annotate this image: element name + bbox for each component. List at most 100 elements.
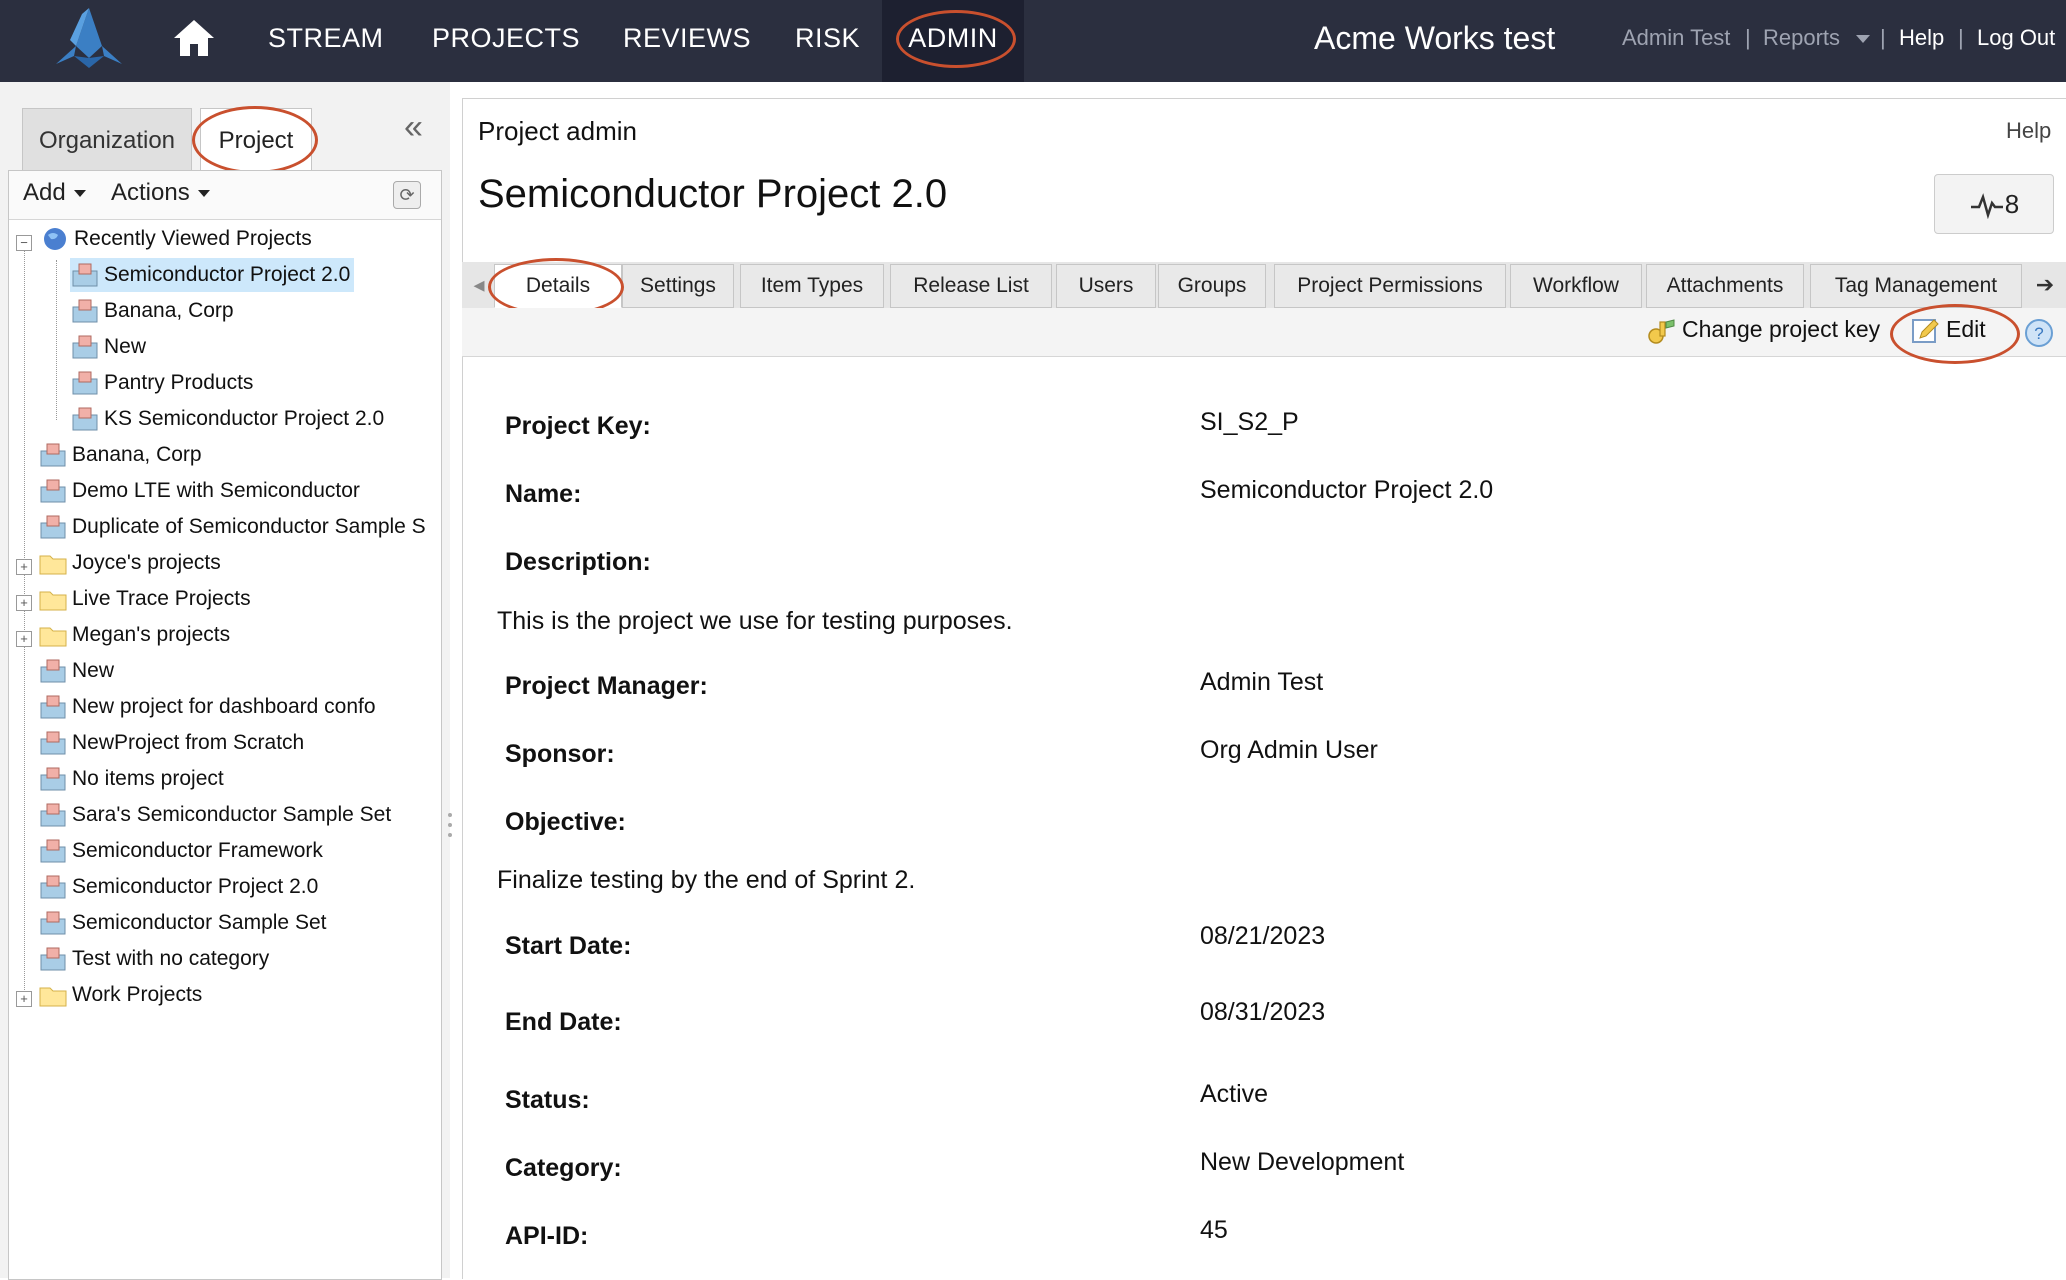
tree-item-project[interactable]: No items project <box>38 762 224 796</box>
tab-attachments[interactable]: Attachments <box>1646 264 1804 308</box>
tree-item-project[interactable]: Banana, Corp <box>38 438 202 472</box>
tree-item-label: Work Projects <box>72 983 203 1006</box>
tab-project-permissions[interactable]: Project Permissions <box>1274 264 1506 308</box>
tree-item-project[interactable]: Duplicate of Semiconductor Sample S <box>38 510 438 544</box>
tree-item-label: KS Semiconductor Project 2.0 <box>104 407 385 430</box>
expand-node-icon[interactable]: + <box>16 631 32 647</box>
separator: | <box>1958 25 1964 50</box>
tree-item-folder[interactable]: Work Projects <box>38 978 202 1012</box>
tree-item-label: New project for dashboard confo <box>72 695 376 718</box>
tree-item-label: Semiconductor Framework <box>72 839 323 862</box>
project-icon <box>40 695 66 719</box>
tree-item-project[interactable]: New <box>38 654 114 688</box>
tree-item-project[interactable]: Demo LTE with Semiconductor <box>38 474 360 508</box>
change-project-key-button[interactable]: Change project key <box>1646 316 1880 346</box>
project-icon <box>40 479 66 503</box>
tree-item-label: Megan's projects <box>72 623 231 646</box>
expand-node-icon[interactable]: + <box>16 595 32 611</box>
key-icon <box>1648 319 1675 344</box>
tree-item-project[interactable]: Semiconductor Framework <box>38 834 323 868</box>
tree-item-label: Semiconductor Project 2.0 <box>72 875 319 898</box>
category-value: New Development <box>1200 1148 1405 1176</box>
logout-link[interactable]: Log Out <box>1977 0 2055 76</box>
tree-item-label: Live Trace Projects <box>72 587 251 610</box>
tree-item-folder[interactable]: Megan's projects <box>38 618 230 652</box>
tree-item-recently-viewed[interactable]: Recently Viewed Projects <box>40 222 312 256</box>
scroll-right-icon[interactable]: ➔ <box>2030 264 2060 306</box>
project-icon <box>72 335 98 359</box>
tab-item-types[interactable]: Item Types <box>740 264 884 308</box>
section-label: Project admin <box>478 116 637 146</box>
objective-value: Finalize testing by the end of Sprint 2. <box>497 866 916 894</box>
add-dropdown[interactable]: Add <box>23 179 86 207</box>
panel-splitter-handle[interactable] <box>447 812 453 838</box>
tree-item-label: Recently Viewed Projects <box>74 227 312 250</box>
tab-release-list[interactable]: Release List <box>890 264 1052 308</box>
nav-risk[interactable]: RISK <box>795 0 860 82</box>
tab-workflow[interactable]: Workflow <box>1510 264 1642 308</box>
project-icon <box>40 875 66 899</box>
tree-toolbar: Add Actions ⟳ <box>9 171 441 220</box>
add-label: Add <box>23 179 66 206</box>
help-link[interactable]: Help <box>2006 118 2051 144</box>
tab-groups[interactable]: Groups <box>1158 264 1266 308</box>
tree-item-project[interactable]: NewProject from Scratch <box>38 726 304 760</box>
change-project-key-label: Change project key <box>1682 316 1881 343</box>
tab-users[interactable]: Users <box>1056 264 1156 308</box>
tab-settings[interactable]: Settings <box>622 264 734 308</box>
status-value: Active <box>1200 1080 1269 1108</box>
tree-item-project[interactable]: Pantry Products <box>70 366 253 400</box>
nav-stream[interactable]: STREAM <box>268 0 384 82</box>
caret-down-icon <box>73 190 86 198</box>
description-value: This is the project we use for testing p… <box>497 607 1013 635</box>
name-value: Semiconductor Project 2.0 <box>1200 476 1494 504</box>
nav-admin[interactable]: ADMIN <box>882 0 1024 82</box>
tree-item-project[interactable]: New project for dashboard confo <box>38 690 376 724</box>
tree-item-project[interactable]: Semiconductor Project 2.0 <box>38 870 318 904</box>
tab-organization[interactable]: Organization <box>22 108 192 171</box>
edit-icon <box>1912 319 1939 343</box>
actions-dropdown[interactable]: Actions <box>111 179 210 207</box>
home-icon[interactable] <box>172 16 216 60</box>
project-icon <box>40 911 66 935</box>
tree-item-folder[interactable]: Joyce's projects <box>38 546 221 580</box>
nav-reviews[interactable]: REVIEWS <box>623 0 751 82</box>
tree-item-label: Semiconductor Sample Set <box>72 911 327 934</box>
tree-item-project[interactable]: KS Semiconductor Project 2.0 <box>70 402 384 436</box>
expand-node-icon[interactable]: + <box>16 559 32 575</box>
help-icon[interactable]: ? <box>2024 318 2054 348</box>
tree-item-project[interactable]: Sara's Semiconductor Sample Set <box>38 798 391 832</box>
page-title: Semiconductor Project 2.0 <box>478 172 948 216</box>
reports-menu[interactable]: Reports <box>1763 0 1871 76</box>
tab-tag-management[interactable]: Tag Management <box>1810 264 2022 308</box>
scroll-left-icon[interactable]: ◂ <box>464 264 494 306</box>
tab-project[interactable]: Project <box>200 108 312 173</box>
tree-item-project[interactable]: Banana, Corp <box>70 294 234 328</box>
activity-count: 8 <box>2004 189 2020 219</box>
edit-button[interactable]: Edit <box>1910 316 1986 346</box>
tree-item-folder[interactable]: Live Trace Projects <box>38 582 251 616</box>
tab-details[interactable]: Details <box>494 264 622 308</box>
tree-item-project[interactable]: Semiconductor Project 2.0 <box>70 258 355 292</box>
collapse-node-icon[interactable]: − <box>16 235 32 251</box>
folder-icon <box>39 591 67 611</box>
tree-item-project[interactable]: Test with no category <box>38 942 269 976</box>
project-icon <box>40 731 66 755</box>
activity-icon <box>1970 193 2003 220</box>
caret-down-icon <box>197 190 210 198</box>
tree-item-project[interactable]: New <box>70 330 146 364</box>
tree-item-project[interactable]: Semiconductor Sample Set <box>38 906 326 940</box>
user-name-link[interactable]: Admin Test <box>1622 0 1730 76</box>
project-icon <box>40 839 66 863</box>
project-manager-label: Project Manager: <box>505 672 708 700</box>
description-label: Description: <box>505 548 651 576</box>
help-link[interactable]: Help <box>1899 0 1944 76</box>
activity-button[interactable]: 8 <box>1934 174 2054 234</box>
app-logo[interactable] <box>52 6 126 70</box>
collapse-panel-icon[interactable]: « <box>404 108 423 147</box>
nav-projects[interactable]: PROJECTS <box>432 0 580 82</box>
refresh-icon[interactable]: ⟳ <box>393 181 421 209</box>
end-date-label: End Date: <box>505 1008 622 1036</box>
expand-node-icon[interactable]: + <box>16 991 32 1007</box>
tree-line <box>24 250 25 1000</box>
